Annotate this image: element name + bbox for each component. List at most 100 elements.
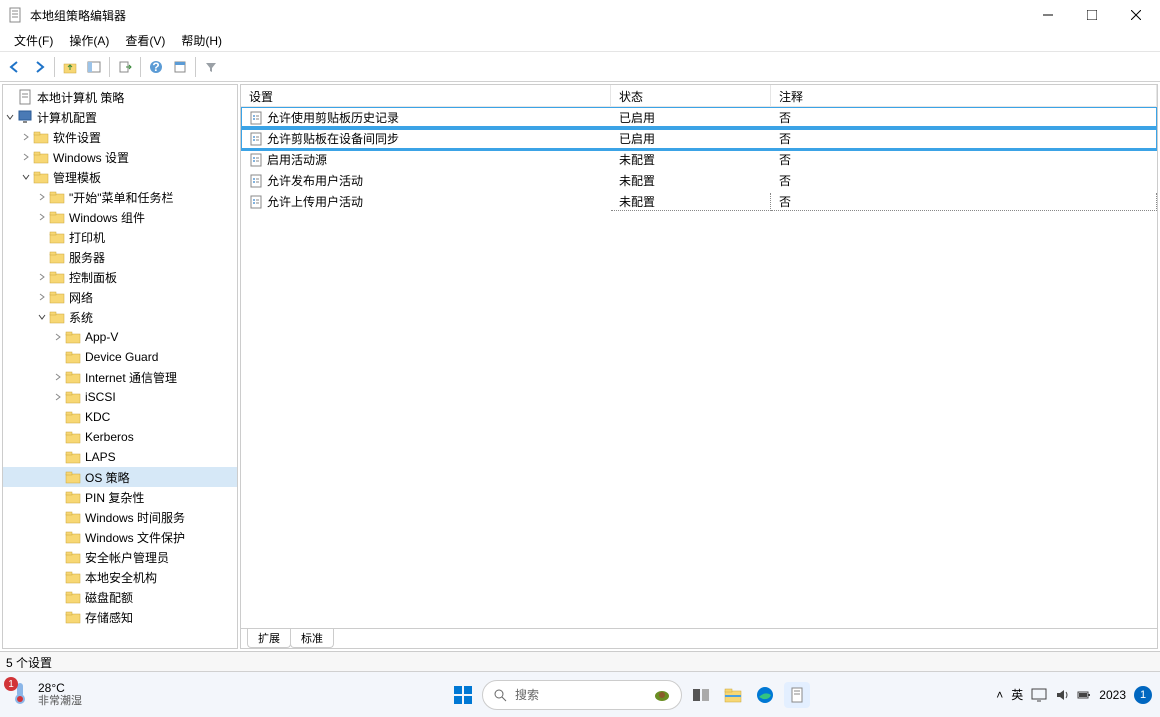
tree-item-device-guard[interactable]: Device Guard	[3, 347, 237, 367]
tree-network[interactable]: 网络	[3, 287, 237, 307]
tree-item-windows-文件保护[interactable]: Windows 文件保护	[3, 527, 237, 547]
tree-item-windows-时间服务[interactable]: Windows 时间服务	[3, 507, 237, 527]
tree-label: 网络	[69, 289, 93, 306]
tree-caret[interactable]	[35, 290, 49, 304]
list-pane: 设置 状态 注释 允许使用剪贴板历史记录已启用否允许剪贴板在设备间同步已启用否启…	[240, 84, 1158, 649]
tree-caret[interactable]	[35, 190, 49, 204]
system-tray[interactable]: ˄ 英 2023 1	[996, 686, 1152, 704]
main-body: 本地计算机 策略计算机配置软件设置Windows 设置管理模板"开始"菜单和任务…	[0, 82, 1160, 651]
setting-comment: 否	[771, 130, 1157, 147]
setting-state: 已启用	[611, 130, 771, 147]
tree-pane[interactable]: 本地计算机 策略计算机配置软件设置Windows 设置管理模板"开始"菜单和任务…	[2, 84, 238, 649]
tree-servers[interactable]: 服务器	[3, 247, 237, 267]
battery-icon[interactable]	[1077, 688, 1091, 702]
col-setting[interactable]: 设置	[241, 85, 611, 106]
tree-caret[interactable]	[19, 130, 33, 144]
tree-caret[interactable]	[35, 270, 49, 284]
tree-label: iSCSI	[85, 390, 116, 404]
minimize-button[interactable]	[1026, 0, 1070, 30]
tray-time[interactable]: 2023	[1099, 688, 1126, 702]
tray-chevron-icon[interactable]: ˄	[996, 688, 1003, 702]
taskbar-search[interactable]: 搜索	[482, 680, 682, 710]
menu-action[interactable]: 操作(A)	[61, 30, 117, 51]
weather-widget[interactable]: 1 28°C 非常潮湿	[8, 681, 82, 708]
tree-item-存储感知[interactable]: 存储感知	[3, 607, 237, 627]
weather-badge: 1	[4, 677, 18, 691]
col-state[interactable]: 状态	[611, 85, 771, 106]
tree-caret[interactable]	[3, 110, 17, 124]
svg-text:?: ?	[152, 60, 159, 74]
list-row[interactable]: 允许发布用户活动未配置否	[241, 170, 1157, 191]
setting-comment: 否	[771, 193, 1157, 211]
taskview-button[interactable]	[688, 682, 714, 708]
tree-item-pin-复杂性[interactable]: PIN 复杂性	[3, 487, 237, 507]
tree-label: Windows 时间服务	[85, 509, 185, 526]
network-icon[interactable]	[1031, 688, 1047, 702]
gpedit-taskbar-button[interactable]	[784, 682, 810, 708]
tree-item-本地安全机构[interactable]: 本地安全机构	[3, 567, 237, 587]
tree-label: OS 策略	[85, 469, 130, 486]
tree-label: 软件设置	[53, 129, 101, 146]
volume-icon[interactable]	[1055, 688, 1069, 702]
tree-item-os-策略[interactable]: OS 策略	[3, 467, 237, 487]
tree-item-laps[interactable]: LAPS	[3, 447, 237, 467]
notification-badge[interactable]: 1	[1134, 686, 1152, 704]
tree-windows-components[interactable]: Windows 组件	[3, 207, 237, 227]
tree-caret[interactable]	[19, 150, 33, 164]
tree-system[interactable]: 系统	[3, 307, 237, 327]
filter-button[interactable]	[200, 56, 222, 78]
tree-caret[interactable]	[35, 210, 49, 224]
tab-standard[interactable]: 标准	[290, 629, 334, 648]
tree-windows-settings[interactable]: Windows 设置	[3, 147, 237, 167]
maximize-button[interactable]	[1070, 0, 1114, 30]
setting-comment: 否	[771, 109, 1157, 126]
properties-button[interactable]	[169, 56, 191, 78]
tree-computer-config[interactable]: 计算机配置	[3, 107, 237, 127]
tree-caret[interactable]	[51, 330, 65, 344]
tree-software-settings[interactable]: 软件设置	[3, 127, 237, 147]
list-row[interactable]: 允许上传用户活动未配置否	[241, 191, 1157, 212]
list-header: 设置 状态 注释	[241, 85, 1157, 107]
tree-caret[interactable]	[35, 310, 49, 324]
help-button[interactable]: ?	[145, 56, 167, 78]
forward-button[interactable]	[28, 56, 50, 78]
tree-item-磁盘配额[interactable]: 磁盘配额	[3, 587, 237, 607]
menu-view[interactable]: 查看(V)	[117, 30, 173, 51]
list-body[interactable]: 允许使用剪贴板历史记录已启用否允许剪贴板在设备间同步已启用否启用活动源未配置否允…	[241, 107, 1157, 628]
tree-label: KDC	[85, 410, 110, 424]
tree-item-iscsi[interactable]: iSCSI	[3, 387, 237, 407]
back-button[interactable]	[4, 56, 26, 78]
tree-item-app-v[interactable]: App-V	[3, 327, 237, 347]
list-row[interactable]: 启用活动源未配置否	[241, 149, 1157, 170]
tree-item-kerberos[interactable]: Kerberos	[3, 427, 237, 447]
list-row[interactable]: 允许使用剪贴板历史记录已启用否	[241, 107, 1157, 128]
tree-control-panel[interactable]: 控制面板	[3, 267, 237, 287]
tree-item-internet-通信管理[interactable]: Internet 通信管理	[3, 367, 237, 387]
tree-item-kdc[interactable]: KDC	[3, 407, 237, 427]
up-button[interactable]	[59, 56, 81, 78]
show-hide-tree-button[interactable]	[83, 56, 105, 78]
col-comment[interactable]: 注释	[771, 85, 1157, 106]
tree-start-menu[interactable]: "开始"菜单和任务栏	[3, 187, 237, 207]
menu-file[interactable]: 文件(F)	[6, 30, 61, 51]
tree-admin-templates[interactable]: 管理模板	[3, 167, 237, 187]
export-button[interactable]	[114, 56, 136, 78]
tree-item-安全帐户管理员[interactable]: 安全帐户管理员	[3, 547, 237, 567]
tree-printers[interactable]: 打印机	[3, 227, 237, 247]
tree-caret[interactable]	[51, 370, 65, 384]
tree-label: 打印机	[69, 229, 105, 246]
tree-root[interactable]: 本地计算机 策略	[3, 87, 237, 107]
explorer-button[interactable]	[720, 682, 746, 708]
tree-label: 服务器	[69, 249, 105, 266]
tree-caret[interactable]	[51, 390, 65, 404]
tray-lang[interactable]: 英	[1011, 686, 1023, 703]
close-button[interactable]	[1114, 0, 1158, 30]
window-title: 本地组策略编辑器	[30, 7, 1026, 24]
start-button[interactable]	[450, 682, 476, 708]
tab-extended[interactable]: 扩展	[247, 629, 291, 648]
menu-help[interactable]: 帮助(H)	[173, 30, 230, 51]
list-row[interactable]: 允许剪贴板在设备间同步已启用否	[241, 128, 1157, 149]
tree-label: Windows 文件保护	[85, 529, 185, 546]
edge-button[interactable]	[752, 682, 778, 708]
tree-caret[interactable]	[19, 170, 33, 184]
